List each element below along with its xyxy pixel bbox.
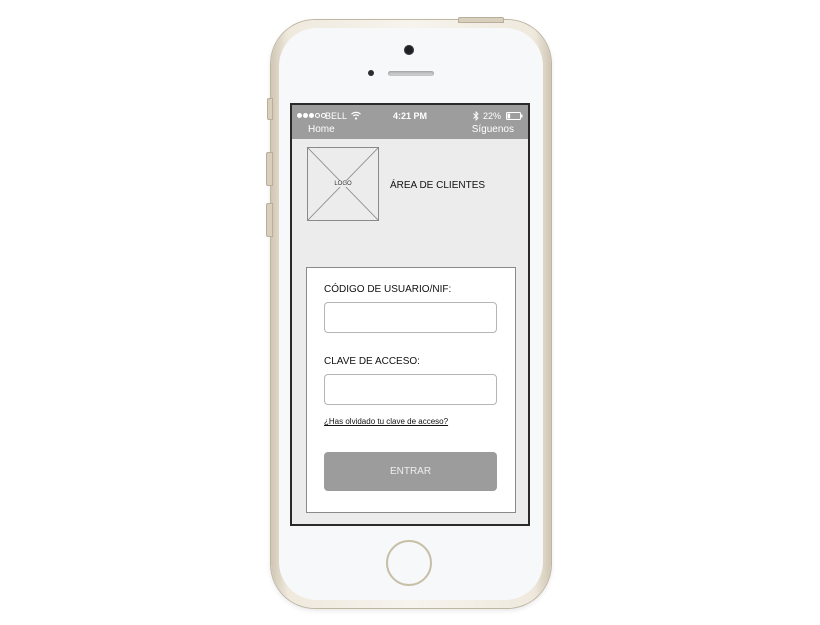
- volume-up-button: [266, 152, 273, 186]
- nav-follow-link[interactable]: Síguenos: [472, 124, 514, 135]
- password-label: CLAVE DE ACCESO:: [324, 356, 420, 367]
- home-button[interactable]: [386, 540, 432, 586]
- login-button[interactable]: ENTRAR: [324, 452, 497, 491]
- bluetooth-icon: [473, 111, 479, 121]
- stage: BELL 4:21 PM 22% Home Síguenos LOGO ÁREA…: [0, 0, 820, 625]
- battery-percent: 22%: [483, 111, 502, 121]
- front-camera: [404, 45, 414, 55]
- page-title: ÁREA DE CLIENTES: [390, 180, 486, 191]
- status-bar: BELL 4:21 PM 22% Home Síguenos: [292, 105, 528, 139]
- power-button: [458, 17, 504, 23]
- logo-text-wrap: LOGO: [308, 181, 378, 187]
- password-input[interactable]: [324, 374, 497, 405]
- battery-icon: [506, 112, 523, 120]
- nav-home-link[interactable]: Home: [308, 124, 335, 135]
- phone-screen: BELL 4:21 PM 22% Home Síguenos LOGO ÁREA…: [290, 103, 530, 526]
- silent-switch: [267, 98, 273, 120]
- logo-placeholder: LOGO: [307, 147, 379, 221]
- earpiece-speaker: [388, 71, 434, 76]
- status-row: BELL 4:21 PM 22%: [292, 110, 528, 122]
- login-form: CÓDIGO DE USUARIO/NIF: CLAVE DE ACCESO: …: [306, 267, 516, 513]
- proximity-sensor: [368, 70, 374, 76]
- user-code-input[interactable]: [324, 302, 497, 333]
- volume-down-button: [266, 203, 273, 237]
- user-code-label: CÓDIGO DE USUARIO/NIF:: [324, 284, 452, 295]
- logo-text: LOGO: [332, 181, 354, 187]
- forgot-password-link[interactable]: ¿Has olvidado tu clave de acceso?: [324, 417, 448, 426]
